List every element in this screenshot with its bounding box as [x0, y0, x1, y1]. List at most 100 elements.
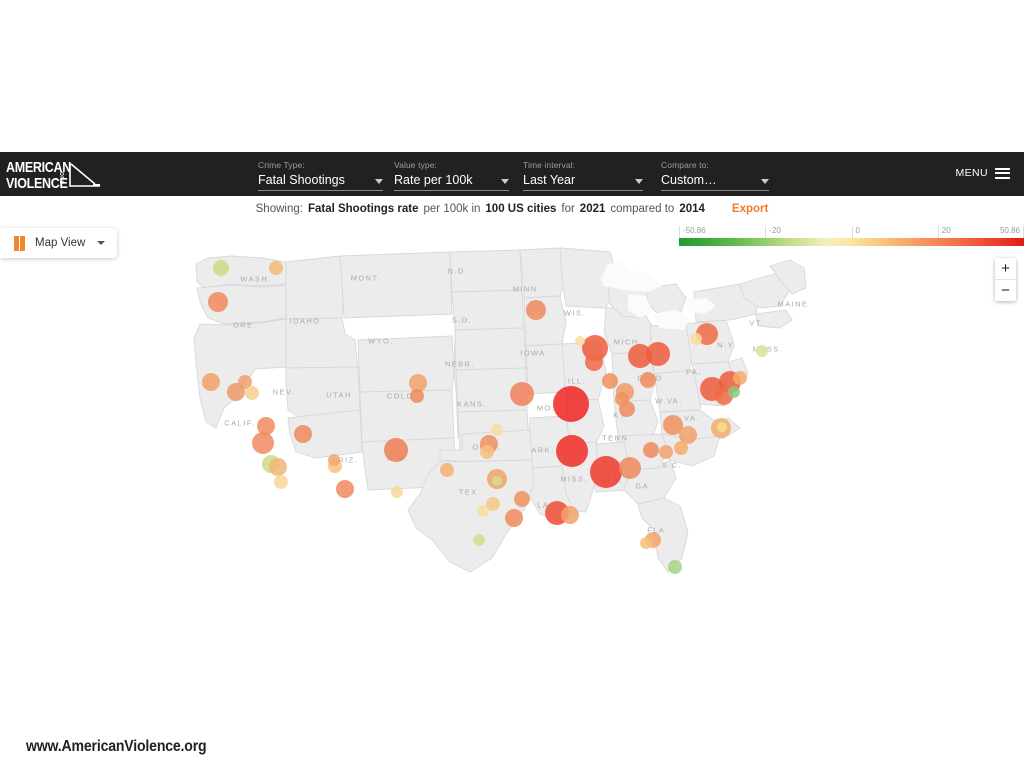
- map-panel[interactable]: WASH. ORE. IDAHO MONT. WYO. N.D. S.D. NEBR. KANS…: [0, 222, 1024, 612]
- city-bubble[interactable]: [328, 454, 340, 466]
- city-bubble[interactable]: [575, 336, 585, 346]
- crime-type-value: Fatal Shootings: [258, 173, 345, 187]
- chevron-down-icon: [375, 179, 383, 184]
- chevron-down-icon: [501, 179, 509, 184]
- menu-button[interactable]: MENU: [955, 167, 1010, 179]
- control-label: Time interval:: [523, 160, 576, 170]
- city-bubble[interactable]: [480, 445, 494, 459]
- legend-tick: -20: [765, 226, 781, 238]
- city-bubble[interactable]: [227, 383, 245, 401]
- logo-org-suffix: .ORG: [58, 170, 64, 185]
- time-interval-select[interactable]: Last Year: [523, 173, 643, 191]
- compare-to-value: Custom…: [661, 173, 717, 187]
- city-bubble[interactable]: [619, 457, 641, 479]
- showing-metric: Fatal Shootings rate: [307, 203, 419, 215]
- hamburger-icon: [995, 167, 1010, 179]
- showing-prefix: Showing:: [255, 203, 303, 215]
- city-bubble[interactable]: [668, 560, 682, 574]
- city-bubble[interactable]: [556, 435, 588, 467]
- value-type-value: Rate per 100k: [394, 173, 473, 187]
- city-bubble[interactable]: [245, 386, 259, 400]
- city-bubble[interactable]: [477, 505, 489, 517]
- screenshot-root: AMERICAN VIOLENCE .ORG Crime Type: Fatal…: [0, 0, 1024, 768]
- showing-scope: 100 US cities: [485, 203, 557, 215]
- showing-unit: per 100k in: [423, 203, 481, 215]
- app-header: AMERICAN VIOLENCE .ORG Crime Type: Fatal…: [0, 152, 1024, 196]
- export-button[interactable]: Export: [732, 203, 768, 215]
- city-bubble[interactable]: [491, 424, 503, 436]
- compare-to-select[interactable]: Custom…: [661, 173, 769, 191]
- city-bubble[interactable]: [202, 373, 220, 391]
- us-map-canvas[interactable]: [0, 222, 1024, 612]
- city-bubble[interactable]: [269, 261, 283, 275]
- legend-tick: 0: [851, 226, 860, 238]
- city-bubble[interactable]: [733, 371, 747, 385]
- control-label: Compare to:: [661, 160, 709, 170]
- time-interval-value: Last Year: [523, 173, 576, 187]
- city-bubble[interactable]: [561, 506, 579, 524]
- map-view-label: Map View: [35, 237, 86, 249]
- menu-label: MENU: [955, 167, 988, 179]
- city-bubble[interactable]: [728, 386, 740, 398]
- control-time-interval[interactable]: Time interval: Last Year: [523, 160, 643, 191]
- city-bubble[interactable]: [505, 509, 523, 527]
- showing-compared: compared to: [610, 203, 675, 215]
- city-bubble[interactable]: [208, 292, 228, 312]
- city-bubble[interactable]: [294, 425, 312, 443]
- site-logo[interactable]: AMERICAN VIOLENCE .ORG: [6, 158, 101, 190]
- showing-for: for: [561, 203, 575, 215]
- city-bubble[interactable]: [640, 537, 652, 549]
- color-legend: -50.86 -20 0 20 50.86: [679, 226, 1024, 246]
- city-bubble[interactable]: [553, 386, 589, 422]
- value-type-select[interactable]: Rate per 100k: [394, 173, 509, 191]
- city-bubble[interactable]: [526, 300, 546, 320]
- city-bubble[interactable]: [590, 456, 622, 488]
- city-bubble[interactable]: [391, 486, 403, 498]
- legend-tick: 50.86: [1000, 226, 1024, 238]
- city-bubble[interactable]: [336, 480, 354, 498]
- control-label: Crime Type:: [258, 160, 305, 170]
- city-bubble[interactable]: [492, 476, 502, 486]
- city-bubble[interactable]: [257, 417, 275, 435]
- map-zoom-controls[interactable]: + −: [995, 258, 1016, 301]
- city-bubble[interactable]: [473, 534, 485, 546]
- showing-summary-bar: Showing: Fatal Shootings rate per 100k i…: [0, 196, 1024, 223]
- city-bubble[interactable]: [640, 372, 656, 388]
- city-bubble[interactable]: [252, 432, 274, 454]
- city-bubble[interactable]: [646, 342, 670, 366]
- city-bubble[interactable]: [674, 441, 688, 455]
- city-bubble[interactable]: [602, 373, 618, 389]
- chevron-down-icon: [97, 241, 106, 245]
- showing-year: 2021: [579, 203, 606, 215]
- city-bubble[interactable]: [717, 422, 727, 432]
- zoom-in-button[interactable]: +: [995, 258, 1016, 280]
- city-bubble[interactable]: [615, 392, 629, 406]
- legend-tick: 20: [937, 226, 951, 238]
- city-bubble[interactable]: [274, 475, 288, 489]
- crime-type-select[interactable]: Fatal Shootings: [258, 173, 383, 191]
- legend-tick-row: -50.86 -20 0 20 50.86: [679, 226, 1024, 238]
- city-bubble[interactable]: [269, 458, 287, 476]
- city-bubble[interactable]: [643, 442, 659, 458]
- city-bubble[interactable]: [384, 438, 408, 462]
- city-bubble[interactable]: [585, 353, 603, 371]
- control-compare-to[interactable]: Compare to: Custom…: [661, 160, 769, 191]
- city-bubble[interactable]: [690, 333, 702, 345]
- legend-tick: -50.86: [679, 226, 706, 238]
- city-bubble[interactable]: [659, 445, 673, 459]
- zoom-out-button[interactable]: −: [995, 280, 1016, 301]
- control-crime-type[interactable]: Crime Type: Fatal Shootings: [258, 160, 383, 191]
- city-bubble[interactable]: [756, 345, 768, 357]
- city-bubble[interactable]: [440, 463, 454, 477]
- control-value-type[interactable]: Value type: Rate per 100k: [394, 160, 509, 191]
- city-bubble[interactable]: [410, 389, 424, 403]
- showing-baseline-year: 2014: [679, 203, 705, 215]
- map-book-icon: [14, 235, 25, 251]
- footer-website-url: www.AmericanViolence.org: [26, 738, 207, 755]
- map-view-button[interactable]: Map View: [0, 228, 118, 258]
- chevron-down-icon: [761, 179, 769, 184]
- city-bubble[interactable]: [510, 382, 534, 406]
- city-bubble[interactable]: [213, 260, 229, 276]
- map-landmass: [193, 247, 807, 573]
- city-bubble[interactable]: [514, 491, 530, 507]
